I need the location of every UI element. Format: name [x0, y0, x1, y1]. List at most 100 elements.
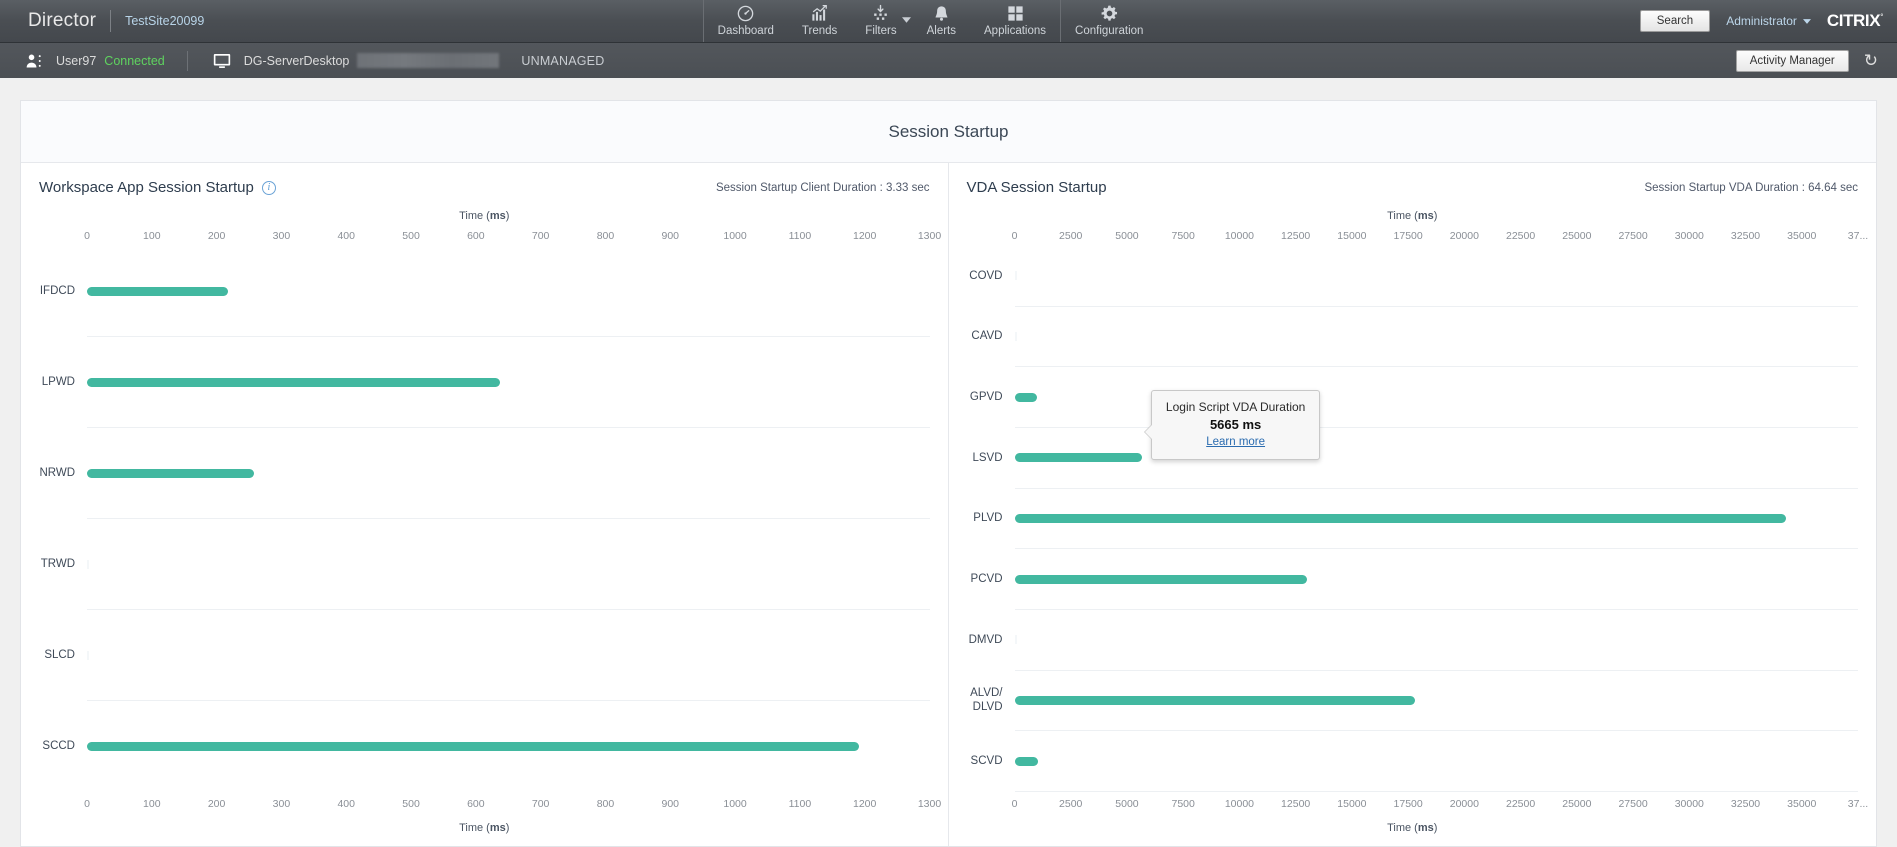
charts-container: Workspace App Session Startup i Session …	[21, 163, 1876, 846]
x-axis-tick: 1000	[723, 230, 746, 242]
x-axis-tick: 700	[532, 798, 550, 810]
x-axis-tick: 12500	[1281, 230, 1310, 242]
user-card-icon	[22, 50, 46, 72]
nav-item-applications[interactable]: Applications	[970, 0, 1060, 42]
chart-row[interactable]: IFDCD	[87, 246, 930, 337]
chart-row-label: LSVD	[972, 451, 1014, 465]
chart-bar[interactable]	[1015, 271, 1017, 280]
chart-row[interactable]: PCVD	[1015, 549, 1859, 610]
chart-row[interactable]: SCVD	[1015, 731, 1859, 792]
chart-bar[interactable]	[1015, 757, 1039, 766]
chart-row[interactable]: LPWD	[87, 337, 930, 428]
panel-header-right: VDA Session Startup Session Startup VDA …	[967, 179, 1859, 196]
x-axis-tick: 100	[143, 230, 161, 242]
x-axis-tick: 800	[597, 798, 615, 810]
x-axis-tick: 600	[467, 798, 485, 810]
chart-bar[interactable]	[1015, 332, 1017, 341]
x-axis-tick: 22500	[1506, 230, 1535, 242]
chart-bar[interactable]	[87, 651, 89, 660]
chart-row[interactable]: PLVD	[1015, 489, 1859, 550]
chart-row-label: NRWD	[39, 466, 87, 480]
chart-row-label: GPVD	[970, 390, 1015, 404]
axis-title-unit: ms	[1418, 822, 1434, 834]
chart-row[interactable]: SLCD	[87, 610, 930, 701]
session-divider	[187, 51, 188, 71]
administrator-menu[interactable]: Administrator	[1726, 14, 1811, 28]
x-axis-tick: 0	[1012, 230, 1018, 242]
nav-label-trends: Trends	[802, 25, 837, 37]
refresh-icon[interactable]: ↻	[1859, 50, 1883, 71]
x-axis-tick: 32500	[1731, 798, 1760, 810]
chart-trend-icon	[810, 4, 829, 23]
chart-bar[interactable]	[87, 560, 89, 569]
chart-row[interactable]: NRWD	[87, 428, 930, 519]
panel-title-right: VDA Session Startup	[967, 179, 1107, 196]
session-right-controls: Activity Manager ↻	[1736, 50, 1883, 72]
chart-row[interactable]: DMVD	[1015, 610, 1859, 671]
info-icon[interactable]: i	[262, 181, 276, 195]
page-content: Session Startup Workspace App Session St…	[0, 78, 1897, 847]
chart-row[interactable]: ALVD/ DLVD	[1015, 671, 1859, 732]
plot-area-right: COVDCAVDGPVDLSVDPLVDPCVDDMVDALVD/ DLVDSC…	[1015, 246, 1859, 792]
chart-bar[interactable]	[1015, 635, 1017, 644]
x-axis-tick: 27500	[1618, 798, 1647, 810]
session-user-chunk[interactable]: User97 Connected	[22, 50, 165, 72]
chart-row-label: SCCD	[42, 739, 87, 753]
x-axis-ticks-bottom-left: 0100200300400500600700800900100011001200…	[87, 798, 930, 814]
nav-item-configuration[interactable]: Configuration	[1061, 0, 1157, 42]
chart-bar[interactable]	[87, 469, 254, 478]
x-axis-tick: 100	[143, 798, 161, 810]
x-axis-tick: 200	[208, 798, 226, 810]
x-axis-tick: 30000	[1675, 230, 1704, 242]
x-axis-tick: 15000	[1337, 230, 1366, 242]
panel-title-left: Workspace App Session Startup	[39, 179, 254, 196]
chart-bar[interactable]	[1015, 575, 1307, 584]
nav-item-filters[interactable]: Filters	[851, 0, 910, 42]
search-button[interactable]: Search	[1640, 10, 1710, 32]
x-axis-tick: 1300	[918, 798, 941, 810]
session-machine-redaction	[357, 53, 499, 68]
x-axis-tick: 2500	[1059, 230, 1082, 242]
x-axis-tick: 25000	[1562, 230, 1591, 242]
x-axis-tick: 10000	[1225, 798, 1254, 810]
x-axis-tick: 1300	[918, 230, 941, 242]
session-machine-name: DG-ServerDesktop	[244, 54, 350, 68]
chart-bar[interactable]	[1015, 514, 1787, 523]
chart-bar[interactable]	[87, 287, 228, 296]
activity-manager-button[interactable]: Activity Manager	[1736, 50, 1849, 72]
axis-title-prefix: Time (	[459, 210, 490, 222]
x-axis-ticks-bottom-right: 0250050007500100001250015000175002000022…	[1015, 798, 1859, 814]
nav-label-alerts: Alerts	[927, 25, 956, 37]
axis-title-suffix: )	[506, 822, 510, 834]
nav-item-dashboard[interactable]: Dashboard	[704, 0, 788, 42]
chart-row[interactable]: GPVD	[1015, 367, 1859, 428]
axis-title-unit: ms	[490, 822, 506, 834]
x-axis-tick: 12500	[1281, 798, 1310, 810]
tooltip-learn-more-link[interactable]: Learn more	[1206, 436, 1265, 448]
nav-item-trends[interactable]: Trends	[788, 0, 851, 42]
axis-title-top-right: Time (ms)	[967, 210, 1859, 222]
nav-item-alerts[interactable]: Alerts	[913, 0, 970, 42]
chart-row-label: SLCD	[44, 648, 87, 662]
chart-bar[interactable]	[1015, 453, 1142, 462]
brand-divider	[110, 10, 111, 32]
chart-row[interactable]: LSVD	[1015, 428, 1859, 489]
chart-row[interactable]: CAVD	[1015, 307, 1859, 368]
session-machine-chunk[interactable]: DG-ServerDesktop UNMANAGED	[210, 50, 605, 72]
chart-bar[interactable]	[87, 742, 859, 751]
chart-row[interactable]: COVD	[1015, 246, 1859, 307]
bell-icon	[932, 4, 951, 23]
chart-row-label: CAVD	[971, 329, 1014, 343]
chart-bar[interactable]	[87, 378, 500, 387]
chart-bar[interactable]	[1015, 393, 1037, 402]
x-axis-tick: 5000	[1115, 230, 1138, 242]
chart-row[interactable]: TRWD	[87, 519, 930, 610]
x-axis-tick: 300	[273, 798, 291, 810]
axis-title-suffix: )	[1434, 822, 1438, 834]
x-axis-tick: 400	[337, 230, 355, 242]
chart-row-label: PLVD	[973, 511, 1014, 525]
chart-bar[interactable]	[1015, 696, 1415, 705]
x-axis-tick: 1200	[853, 230, 876, 242]
brand-area: Director TestSite20099	[0, 0, 220, 42]
chart-row[interactable]: SCCD	[87, 701, 930, 792]
